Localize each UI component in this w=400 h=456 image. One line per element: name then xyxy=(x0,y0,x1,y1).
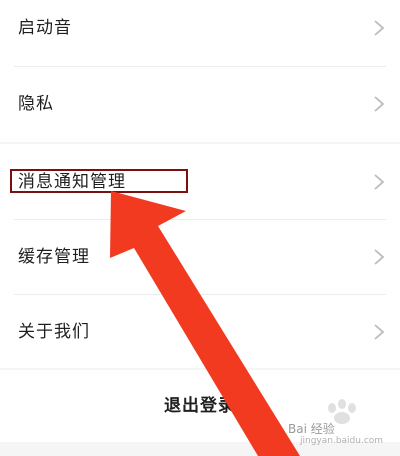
watermark-brand: Bai 经验 xyxy=(288,422,335,436)
watermark-url: jingyan.baidu.com xyxy=(300,436,384,446)
red-arrow-annotation xyxy=(110,191,300,456)
